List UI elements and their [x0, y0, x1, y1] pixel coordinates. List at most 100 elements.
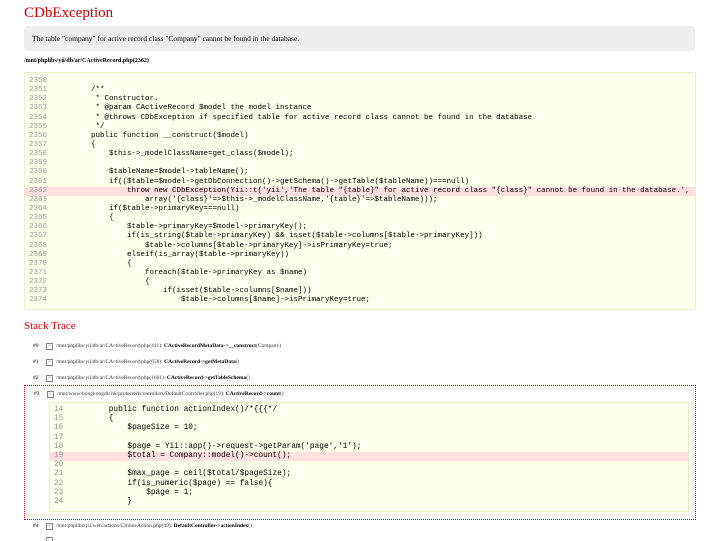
code-text: $total = Company::model()->count();	[90, 451, 292, 460]
error-code-line: 2362 throw new CDbException(Yii::t('yii'…	[25, 186, 695, 196]
code-text: {	[73, 214, 114, 223]
line-number: 2374	[29, 296, 48, 305]
code-text: */	[73, 122, 105, 131]
trace-number: #2	[33, 375, 39, 381]
error-message: The table "company" for active record cl…	[24, 26, 695, 51]
line-number: 2356	[29, 131, 48, 140]
trace-number: #0	[33, 343, 39, 349]
trace-item[interactable]: #4 - /mnt/phplibs/yii/web/actions/CInlin…	[24, 518, 696, 534]
code-text: public function __construct($model)	[73, 131, 249, 140]
line-number: 2371	[29, 268, 48, 277]
code-text: {	[73, 259, 132, 268]
stack-trace-heading: Stack Trace	[24, 320, 76, 332]
line-number: 2353	[29, 104, 48, 113]
code-text: array('{class}'=>$this->_modelClassName,…	[73, 195, 438, 204]
code-text: $tableName=$model->tableName();	[73, 168, 249, 177]
code-text: $max_page = ceil($total/$pageSize);	[90, 470, 292, 479]
code-line: 2352 * Constructor.	[25, 95, 695, 104]
line-number: 2366	[29, 223, 48, 232]
line-number: 2360	[29, 168, 48, 177]
collapse-toggle-icon[interactable]: -	[46, 523, 53, 530]
trace-code-block: 14 public function actionIndex()/*{{{*/1…	[49, 402, 689, 512]
line-number: 16	[54, 424, 64, 433]
code-line: 14 public function actionIndex()/*{{{*/	[50, 406, 688, 415]
code-line: 2364 if($table->primaryKey===null)	[25, 205, 695, 214]
line-number: 24	[54, 497, 64, 506]
line-number: 2365	[29, 214, 48, 223]
line-number: 2350	[29, 77, 48, 85]
code-line: 2368 $table->columns[$table->primaryKey]…	[25, 242, 695, 251]
trace-item[interactable]: #0 - /mnt/phplibs/yii/db/ar/CActiveRecor…	[24, 338, 696, 354]
code-line: 21 $max_page = ceil($total/$pageSize);	[50, 470, 688, 479]
line-number: 23	[54, 488, 64, 497]
expanded-trace-item[interactable]: #3 - /mnt/www/hongkongdir.hk/protected/c…	[24, 385, 696, 520]
code-text: elseif(is_array($table->primaryKey))	[73, 250, 290, 259]
code-text: if(is_string($table->primaryKey) && isse…	[73, 232, 483, 241]
trace-item[interactable]: #2 - /mnt/phplibs/yii/db/ar/CActiveRecor…	[24, 370, 696, 386]
code-line: 2359	[25, 159, 695, 168]
code-text: throw new CDbException(Yii::t('yii','The…	[73, 186, 690, 195]
code-text: $page = Yii::app()->request->getParam('p…	[90, 442, 362, 451]
trace-description: /mnt/phplibs/yii/db/ar/CActiveRecord.php…	[56, 375, 250, 381]
stack-trace-list-continued: #4 - /mnt/phplibs/yii/web/actions/CInlin…	[24, 518, 696, 534]
code-text: if($table->primaryKey===null)	[73, 204, 240, 213]
code-line: 2369 elseif(is_array($table->primaryKey)…	[25, 251, 695, 260]
code-line: 2350	[25, 77, 695, 86]
code-text: public function actionIndex()/*{{{*/	[90, 406, 278, 414]
code-text: $table->columns[$name]->isPrimaryKey=tru…	[73, 296, 371, 305]
collapse-toggle-icon[interactable]: -	[46, 359, 53, 366]
code-text: * @throws CDbException if specified tabl…	[73, 113, 533, 122]
code-text: if(is_numeric($page) == false){	[90, 479, 273, 488]
line-number: 17	[54, 433, 64, 442]
line-number: 2362	[29, 186, 48, 195]
line-number: 2355	[29, 122, 48, 131]
trace-item[interactable]: #3 - /mnt/www/hongkongdir.hk/protected/c…	[1, 386, 695, 402]
code-line: 24 }	[50, 498, 688, 507]
line-number: 2367	[29, 232, 48, 241]
line-number: 2368	[29, 241, 48, 250]
code-text: foreach($table->primaryKey as $name)	[73, 268, 308, 277]
code-line: 22 if(is_numeric($page) == false){	[50, 480, 688, 489]
code-line: 16 $pageSize = 10;	[50, 424, 688, 433]
source-code-block: 2350 2351 /** 2352 * Constructor. 2353 * @p…	[24, 72, 696, 310]
stack-trace-list: #0 - /mnt/phplibs/yii/db/ar/CActiveRecor…	[24, 338, 696, 386]
trace-description: /mnt/phplibs/yii/db/ar/CActiveRecord.php…	[56, 343, 282, 349]
code-line: 2358 $this->_modelClassName=get_class($m…	[25, 150, 695, 159]
code-text: * Constructor.	[73, 95, 159, 104]
line-number: 2372	[29, 278, 48, 287]
collapse-toggle-icon[interactable]: -	[47, 391, 54, 398]
code-line: 2367 if(is_string($table->primaryKey) &&…	[25, 232, 695, 241]
code-text: $this->_modelClassName=get_class($model)…	[73, 150, 294, 159]
line-number: 2369	[29, 250, 48, 259]
line-number: 14	[54, 406, 64, 414]
line-number: 2363	[29, 195, 48, 204]
trace-description: /mnt/www/hongkongdir.hk/protected/contro…	[57, 391, 284, 397]
code-text: }	[90, 497, 133, 506]
trace-item[interactable]: #1 - /mnt/phplibs/yii/db/ar/CActiveRecor…	[24, 354, 696, 370]
line-number: 2354	[29, 113, 48, 122]
code-text: if(isset($table->columns[$name]))	[73, 287, 312, 296]
code-text: $page = 1;	[90, 488, 193, 497]
source-file-path: /mnt/phplibs/yii/db/ar/CActiveRecord.php…	[24, 58, 149, 64]
code-line: 2357 {	[25, 141, 695, 150]
code-line: 2353 * @param CActiveRecord $model the m…	[25, 104, 695, 113]
code-text: /**	[73, 86, 105, 95]
line-number: 2364	[29, 204, 48, 213]
code-line: 2363 array('{class}'=>$this->_modelClass…	[25, 196, 695, 205]
code-text: * @param CActiveRecord $model the model …	[73, 104, 312, 113]
code-text: $table->columns[$table->primaryKey]->isP…	[73, 241, 393, 250]
collapse-toggle-icon[interactable]	[46, 537, 53, 541]
code-line: 2356 public function __construct($model)	[25, 132, 695, 141]
code-line: 2354 * @throws CDbException if specified…	[25, 114, 695, 123]
collapse-toggle-icon[interactable]: -	[46, 375, 53, 382]
code-text: {	[73, 278, 150, 287]
code-line: 2365 {	[25, 214, 695, 223]
line-number: 15	[54, 415, 64, 424]
code-line: 2361 if(($table=$model->getDbConnection(…	[25, 178, 695, 187]
code-line: 2373 if(isset($table->columns[$name]))	[25, 287, 695, 296]
code-text: if(($table=$model->getDbConnection()->ge…	[73, 177, 470, 186]
collapse-toggle-icon[interactable]: -	[46, 343, 53, 350]
